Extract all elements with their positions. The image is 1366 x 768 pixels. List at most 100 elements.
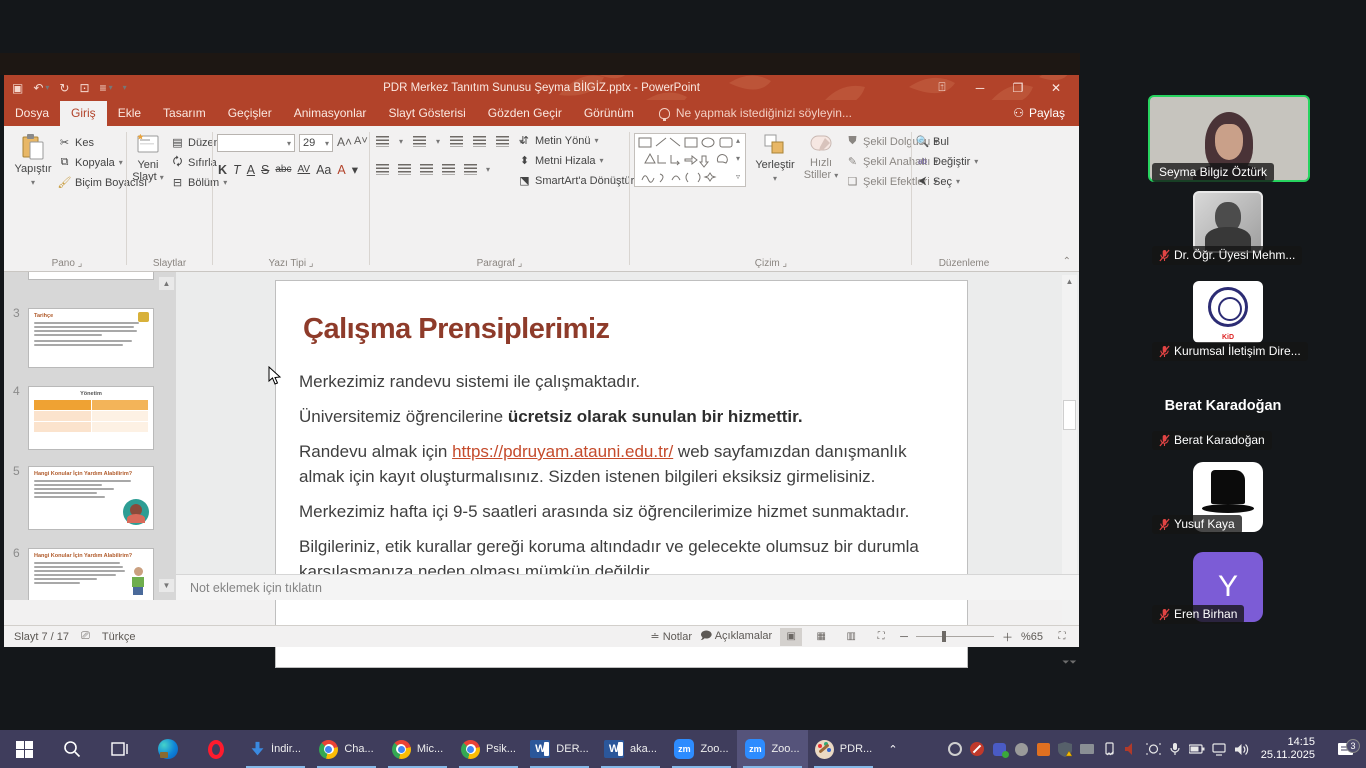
tray-speaker-muted-icon[interactable] [1123,741,1140,758]
bold-button[interactable]: K [215,163,230,177]
tray-defender-icon[interactable] [1057,741,1074,758]
font-size-input[interactable]: 29▾ [299,134,333,152]
tab-gecisler[interactable]: Geçişler [217,101,283,126]
scroll-up-icon[interactable]: ▲ [1062,275,1077,288]
slide-sorter-view-button[interactable]: ▦ [810,628,832,646]
ribbon-display-options-icon[interactable]: ⍐ [925,75,959,100]
action-center-button[interactable]: 3 [1328,742,1362,757]
taskbar-app-zoom-2-active[interactable]: zm Zoo... [737,730,808,768]
taskbar-app-chrome-3[interactable]: Psik... [453,730,524,768]
shrink-font-icon[interactable]: A˅ [354,135,368,147]
notes-toggle[interactable]: ≐ Notlar [650,630,692,643]
tab-animasyonlar[interactable]: Animasyonlar [283,101,378,126]
collapse-ribbon-icon[interactable]: ⌃ [1063,256,1071,267]
participant-video-mehmet[interactable] [1193,191,1263,253]
slide-thumbnail-panel[interactable]: ▲ 3 Tarihçe 4 Yönetim 5 Hangi Ko [4,272,176,600]
display-settings-icon[interactable]: ⎚ [81,630,90,643]
italic-button[interactable]: T [230,163,244,177]
taskbar-clock[interactable]: 14:15 25.11.2025 [1255,736,1323,762]
slide-hyperlink[interactable]: https://pdruyam.atauni.edu.tr/ [452,442,673,461]
thumbnails-scroll-up-icon[interactable]: ▲ [159,277,174,290]
grow-font-icon[interactable]: A˄ [337,135,352,149]
language-indicator[interactable]: Türkçe [102,631,136,643]
tab-gozden-gecir[interactable]: Gözden Geçir [477,101,573,126]
taskbar-app-word-1[interactable]: W DER... [524,730,595,768]
customize-qat-icon[interactable]: ▾ [123,83,127,92]
taskbar-app-zoom-1[interactable]: zm Zoo... [666,730,737,768]
zoom-level[interactable]: %65 [1021,631,1043,643]
ppt-close-icon[interactable]: ✕ [1039,75,1073,100]
tab-slayt-gosterisi[interactable]: Slayt Gösterisi [377,101,476,126]
tray-monitor-icon[interactable] [1079,741,1096,758]
copy-button[interactable]: ⧉Kopyala▾ [58,156,123,169]
tell-me-box[interactable]: Ne yapmak istediğinizi söyleyin... [659,106,852,126]
change-case-button[interactable]: Aa [313,163,334,177]
thumbnail-slide-3[interactable]: Tarihçe [28,308,154,368]
text-direction-button[interactable]: ⇵Metin Yönü▾ [518,134,598,147]
cut-button[interactable]: ✂Kes [58,136,94,149]
taskbar-app-downloads[interactable]: İndir... [240,730,311,768]
task-view-button[interactable] [96,730,144,768]
shapes-scroll-up-icon[interactable]: ▴ [736,136,740,145]
underline-button[interactable]: A [244,163,258,177]
tray-emoji-icon[interactable] [947,741,964,758]
thumbnails-scroll-down-icon[interactable]: ▼ [159,579,174,592]
thumbnail-slide-2-partial[interactable] [28,272,154,280]
tab-ekle[interactable]: Ekle [107,101,152,126]
justify-icon[interactable] [442,164,455,175]
dialog-launcher-icon[interactable]: ⌟ [78,258,83,269]
notes-placeholder[interactable]: Not eklemek için tıklatın [190,581,322,595]
start-button[interactable] [0,730,48,768]
replace-button[interactable]: abDeğiştir▾ [916,155,978,168]
next-slide-icon[interactable]: ⏷⏷ [1062,657,1076,668]
normal-view-button[interactable]: ▣ [780,628,802,646]
thumbnail-slide-5[interactable]: Hangi Konular İçin Yardım Alabilirim? [28,466,154,530]
reading-view-button[interactable]: ▥ [840,628,862,646]
align-center-icon[interactable] [398,164,411,175]
numbering-icon[interactable] [413,136,426,147]
paste-button[interactable]: Yapıştır▾ [12,134,54,187]
bullet-style-icon[interactable]: ≡▾ [100,81,113,95]
tray-battery-icon[interactable] [1189,741,1206,758]
search-button[interactable] [48,730,96,768]
tray-camera-off-icon[interactable] [969,741,986,758]
shapes-more-icon[interactable]: ▿ [736,172,740,181]
shapes-scroll-down-icon[interactable]: ▾ [736,154,740,163]
columns-icon[interactable] [464,164,477,175]
shapes-gallery[interactable] [634,133,746,187]
zoom-in-button[interactable]: ＋ [1002,629,1013,645]
zoom-slider[interactable] [916,636,994,637]
thumbnail-slide-6[interactable]: Hangi Konular İçin Yardım Alabilirim? [28,548,154,600]
select-button[interactable]: ⮜Seç▾ [916,175,960,188]
slide-title[interactable]: Çalışma Prensiplerimiz [303,313,610,346]
tray-java-icon[interactable] [1035,741,1052,758]
taskbar-app-paint[interactable]: PDR... [808,730,879,768]
tray-globe-icon[interactable] [1013,741,1030,758]
decrease-indent-icon[interactable] [450,136,463,147]
share-button[interactable]: ⚇ Paylaş [1013,106,1065,126]
reset-button[interactable]: 🗘Sıfırla [171,156,217,169]
char-spacing-button[interactable]: AV [294,164,313,175]
align-text-button[interactable]: ⬍Metni Hizala▾ [518,154,604,167]
font-color-button[interactable]: A [334,163,348,177]
scrollbar-thumb[interactable] [1063,400,1076,430]
zoom-slider-thumb[interactable] [942,631,946,642]
tab-giris[interactable]: Giriş [60,101,107,126]
slide-canvas[interactable]: Çalışma Prensiplerimiz Merkezimiz randev… [275,280,968,668]
strikethrough-button[interactable]: abc [272,164,294,175]
increase-indent-icon[interactable] [473,136,486,147]
tray-teams-icon[interactable] [991,741,1008,758]
notes-pane[interactable]: Not eklemek için tıklatın [176,574,1079,600]
quick-styles-button[interactable]: HızlıStiller ▾ [800,134,842,181]
undo-icon[interactable]: ↶▾ [33,81,49,95]
opera-taskbar-button[interactable] [192,730,240,768]
bullets-icon[interactable] [376,136,389,147]
tray-usb-icon[interactable] [1101,741,1118,758]
zoom-out-button[interactable]: ─ [900,631,908,643]
thumbnail-slide-4[interactable]: Yönetim [28,386,154,450]
participant-video-kurumsal[interactable]: KiD [1193,281,1263,343]
taskbar-app-word-2[interactable]: W aka... [595,730,666,768]
slide-body-text[interactable]: Merkezimiz randevu sistemi ile çalışmakt… [299,369,939,594]
taskbar-app-chrome-1[interactable]: Cha... [311,730,382,768]
ppt-title-bar[interactable]: ▣ ↶▾ ↻ ⊡ ≡▾ ▾ PDR Merkez Tanıtım Sunusu … [4,75,1079,100]
